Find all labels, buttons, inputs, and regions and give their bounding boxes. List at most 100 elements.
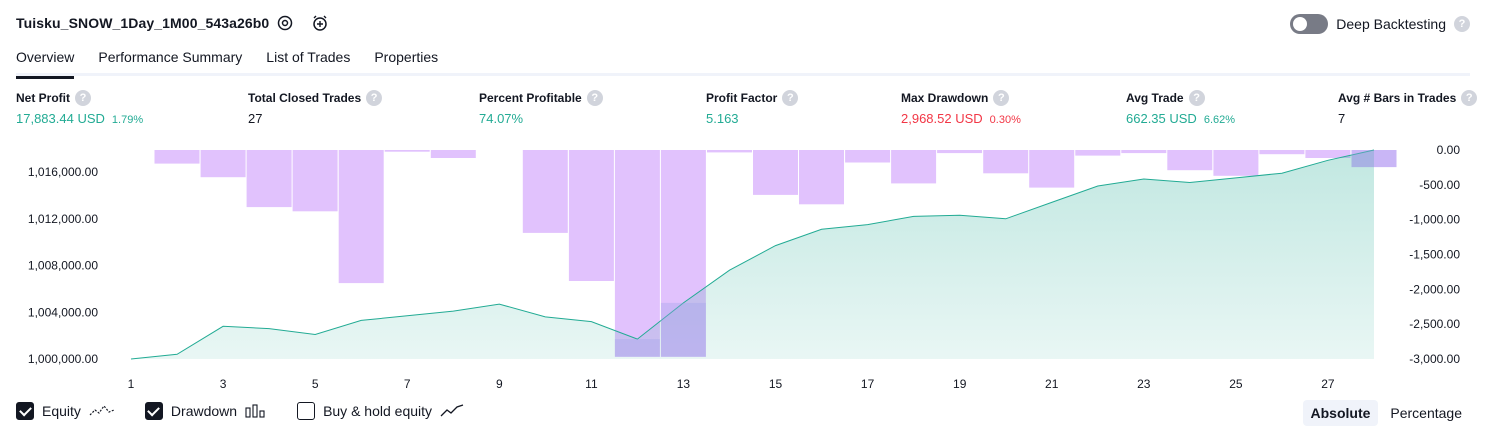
drawdown-bar — [753, 150, 798, 195]
x-tick-label: 17 — [861, 377, 875, 391]
metric-percent: 1.79% — [111, 114, 144, 126]
percentage-button[interactable]: Percentage — [1382, 400, 1470, 426]
x-tick-label: 23 — [1137, 377, 1151, 391]
drawdown-bar — [707, 150, 752, 153]
y-left-tick-label: 1,004,000.00 — [28, 305, 98, 319]
x-tick-label: 7 — [404, 377, 411, 391]
metric-label: Profit Factor — [706, 91, 778, 105]
metrics-row: Net Profit? 17,883.44 USD 1.79% Total Clo… — [0, 90, 1486, 130]
y-right-tick-label: -2,000.00 — [1409, 282, 1460, 296]
deep-backtesting-toggle[interactable] — [1290, 14, 1329, 34]
tab-list-of-trades[interactable]: List of Trades — [266, 46, 350, 76]
x-tick-label: 19 — [953, 377, 967, 391]
x-tick-label: 27 — [1321, 377, 1335, 391]
y-left-tick-label: 1,008,000.00 — [28, 259, 98, 273]
tab-properties[interactable]: Properties — [374, 46, 438, 76]
metric-percent: 0.30% — [989, 114, 1021, 126]
metric-value: 74.07% — [479, 111, 524, 126]
metric-label: Avg # Bars in Trades — [1338, 91, 1457, 105]
tab-overview[interactable]: Overview — [16, 46, 75, 79]
drawdown-overlap — [614, 339, 660, 357]
drawdown-checkbox[interactable] — [144, 402, 163, 420]
metric-percent: 6.62% — [1203, 114, 1236, 126]
drawdown-bar — [430, 150, 476, 158]
metric-value: 17,883.44 USD — [16, 111, 105, 126]
metric-avg-trade: Avg Trade? 662.35 USD 6.62% — [1126, 90, 1235, 126]
info-icon[interactable]: ? — [1188, 90, 1205, 106]
add-alert-icon[interactable] — [309, 12, 331, 34]
drawdown-bar — [154, 150, 200, 164]
value-mode-switch: Absolute Percentage — [1302, 400, 1471, 426]
settings-gear-icon[interactable] — [274, 12, 296, 34]
y-right-tick-label: 0.00 — [1437, 143, 1461, 157]
strategy-title: Tuisku_SNOW_1Day_1M00_543a26b0 — [16, 15, 270, 31]
x-tick-label: 13 — [677, 377, 691, 391]
metric-percent-profitable: Percent Profitable? 74.07% — [479, 90, 603, 126]
legend-buy-hold[interactable]: Buy & hold equity — [297, 402, 464, 420]
drawdown-bar — [799, 150, 844, 205]
drawdown-bar — [1029, 150, 1075, 188]
y-right-tick-label: -1,500.00 — [1409, 248, 1460, 262]
metric-avg-bars-in-trades: Avg # Bars in Trades? 7 — [1338, 90, 1478, 126]
y-left-tick-label: 1,016,000.00 — [28, 165, 98, 179]
deep-backtesting-label: Deep Backtesting — [1336, 16, 1446, 32]
legend-buy-hold-label: Buy & hold equity — [323, 403, 433, 419]
info-icon[interactable]: ? — [586, 90, 603, 106]
equity-checkbox[interactable] — [16, 402, 34, 420]
metric-total-closed-trades: Total Closed Trades? 27 — [248, 90, 383, 126]
drawdown-bar — [246, 150, 292, 208]
info-icon[interactable]: ? — [366, 90, 383, 106]
x-tick-label: 21 — [1045, 377, 1059, 391]
legend-equity-label: Equity — [42, 403, 81, 419]
drawdown-overlap — [660, 302, 706, 357]
info-icon[interactable]: ? — [1461, 90, 1478, 106]
drawdown-bar — [200, 150, 246, 178]
legend-drawdown[interactable]: Drawdown — [144, 402, 267, 420]
equity-line-icon — [89, 405, 115, 416]
x-tick-label: 15 — [769, 377, 783, 391]
info-icon[interactable]: ? — [993, 90, 1010, 106]
y-right-tick-label: -1,000.00 — [1409, 213, 1460, 227]
metric-value: 662.35 USD — [1126, 111, 1197, 126]
x-tick-label: 25 — [1229, 377, 1243, 391]
x-tick-label: 9 — [496, 377, 503, 391]
equity-drawdown-chart[interactable]: 1,000,000.00 1,004,000.00 1,008,000.00 1,01… — [0, 140, 1486, 400]
drawdown-bar — [891, 150, 937, 184]
buy-hold-line-icon — [440, 404, 464, 417]
drawdown-bars-icon — [245, 404, 265, 418]
strategy-header: Tuisku_SNOW_1Day_1M00_543a26b0 Deep Back… — [0, 0, 1486, 46]
legend-equity[interactable]: Equity — [16, 402, 115, 420]
metric-value: 27 — [248, 111, 263, 126]
absolute-button[interactable]: Absolute — [1302, 400, 1379, 426]
metric-value: 7 — [1338, 111, 1346, 126]
drawdown-bar — [338, 150, 384, 284]
drawdown-bar — [1213, 150, 1259, 176]
tab-performance-summary[interactable]: Performance Summary — [98, 46, 242, 76]
metric-value: 2,968.52 USD — [901, 111, 983, 126]
drawdown-overlap — [1351, 150, 1397, 168]
drawdown-bar — [384, 150, 430, 152]
legend-drawdown-label: Drawdown — [170, 403, 238, 419]
metric-profit-factor: Profit Factor? 5.163 — [706, 90, 799, 126]
y-right-tick-label: -2,500.00 — [1409, 317, 1460, 331]
drawdown-bar — [292, 150, 338, 212]
x-tick-label: 5 — [312, 377, 319, 391]
info-icon[interactable]: ? — [782, 90, 799, 106]
drawdown-bar — [983, 150, 1029, 174]
drawdown-bar — [1121, 150, 1167, 154]
drawdown-bar — [845, 150, 891, 163]
drawdown-bar — [1075, 150, 1121, 156]
metric-label: Total Closed Trades — [248, 91, 362, 105]
metric-label: Avg Trade — [1126, 91, 1184, 105]
y-left-tick-label: 1,000,000.00 — [28, 352, 98, 366]
x-tick-label: 3 — [220, 377, 227, 391]
y-left-tick-label: 1,012,000.00 — [28, 212, 98, 226]
y-right-tick-label: -3,000.00 — [1409, 352, 1460, 366]
buy-hold-checkbox[interactable] — [297, 402, 316, 420]
drawdown-bar — [614, 150, 660, 357]
metric-net-profit: Net Profit? 17,883.44 USD 1.79% — [16, 90, 143, 126]
metric-max-drawdown: Max Drawdown? 2,968.52 USD 0.30% — [901, 90, 1021, 126]
report-tabs: Overview Performance Summary List of Tra… — [16, 46, 1470, 79]
info-icon[interactable]: ? — [75, 90, 91, 106]
help-icon[interactable]: ? — [1454, 16, 1470, 32]
